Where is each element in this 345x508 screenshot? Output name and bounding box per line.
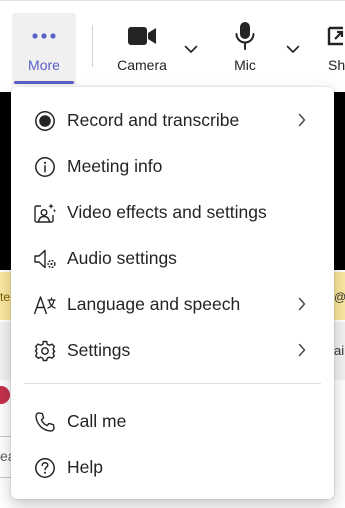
phone-icon [33,410,57,434]
menu-item-label: Settings [67,339,131,360]
language-icon [33,293,57,317]
menu-item-call-me[interactable]: Call me [11,400,334,442]
chevron-right-icon [295,343,309,357]
info-icon [33,155,57,179]
menu-item-record-and-transcribe[interactable]: Record and transcribe [11,99,334,141]
speaker-settings-icon [33,247,57,271]
chevron-right-icon [295,297,309,311]
video-stage-right [334,92,345,270]
more-button-label: More [28,57,60,73]
menu-item-settings[interactable]: Settings [11,329,334,371]
share-icon [326,19,345,53]
menu-item-label: Meeting info [67,155,163,176]
menu-item-video-effects[interactable]: Video effects and settings [11,191,334,233]
mic-button[interactable]: Mic [222,13,268,85]
notice-banner-text-left: te [0,290,11,304]
meeting-screen: te @ ai ea More Camera Mic Sh Record and… [0,0,345,508]
chevron-down-icon [184,45,198,53]
camera-button[interactable]: Camera [112,13,172,85]
more-actions-menu: Record and transcribe Meeting info Video… [11,87,334,499]
menu-item-meeting-info[interactable]: Meeting info [11,145,334,187]
menu-item-label: Video effects and settings [67,201,267,222]
camera-icon [127,19,157,53]
menu-item-label: Language and speech [67,293,241,314]
more-button[interactable]: More [12,13,76,85]
menu-item-label: Help [67,456,103,477]
gear-icon [33,339,57,363]
more-icon [31,19,57,53]
menu-item-label: Audio settings [67,247,177,268]
menu-item-language-and-speech[interactable]: Language and speech [11,283,334,325]
toolbar-divider [92,25,93,67]
chevron-down-icon [286,45,300,53]
mic-button-label: Mic [234,57,256,73]
chevron-right-icon [295,113,309,127]
menu-item-label: Record and transcribe [67,109,240,130]
notification-dot [0,386,10,404]
menu-item-audio-settings[interactable]: Audio settings [11,237,334,279]
chat-side-text: ai [334,343,345,358]
help-icon [33,456,57,480]
meeting-toolbar: More Camera Mic Sh [0,0,345,87]
menu-divider [24,383,321,384]
microphone-icon [234,19,256,53]
mic-options-chevron[interactable] [283,39,303,59]
more-active-indicator [14,81,74,84]
notice-banner-text-right: @ [334,290,345,304]
menu-item-label: Call me [67,410,127,431]
camera-options-chevron[interactable] [181,39,201,59]
record-icon [33,109,57,133]
camera-button-label: Camera [117,57,167,73]
share-button-label: Sh [328,57,345,73]
share-button[interactable]: Sh [326,13,345,85]
menu-item-help[interactable]: Help [11,446,334,488]
video-effects-icon [33,201,57,225]
